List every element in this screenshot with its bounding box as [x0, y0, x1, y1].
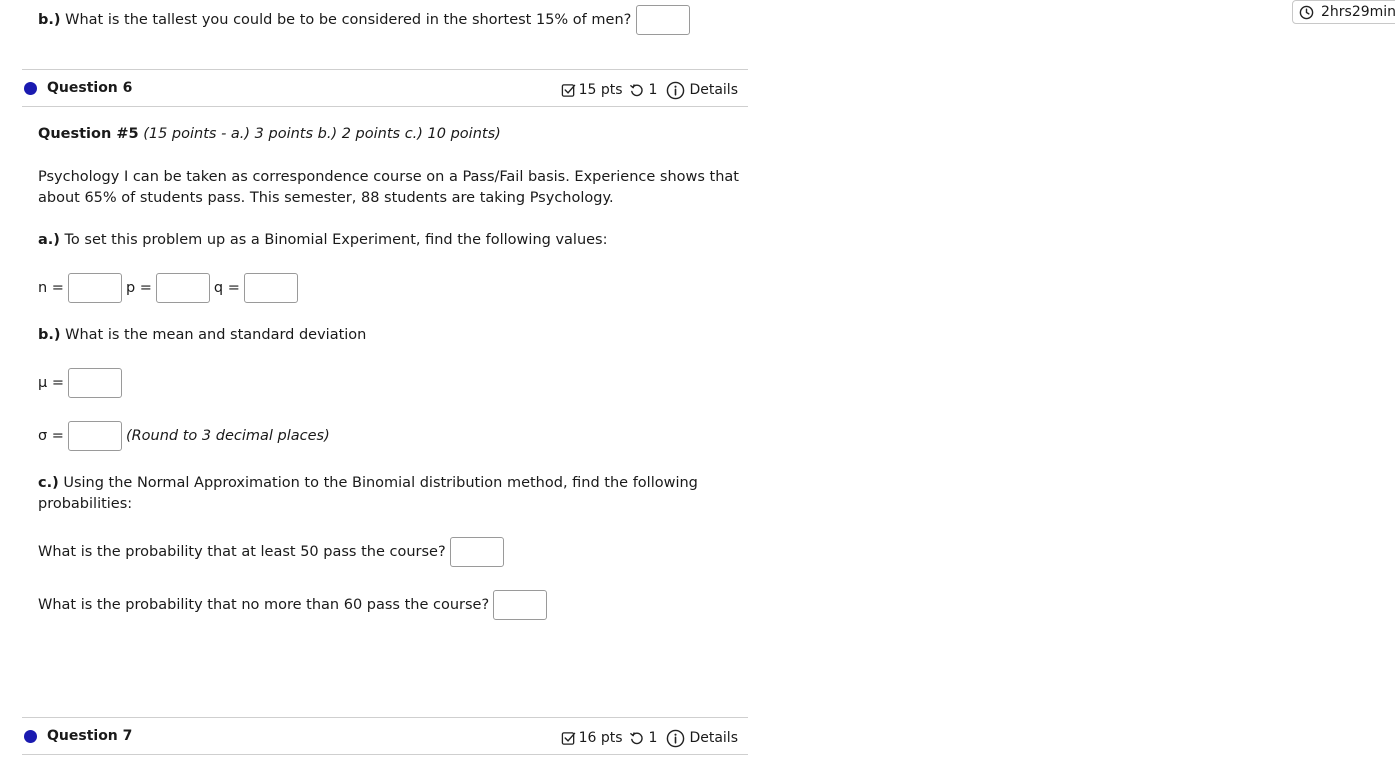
part-a-text: To set this problem up as a Binomial Exp…: [64, 232, 608, 248]
question-status-dot: [24, 81, 37, 95]
p-label: p =: [125, 280, 152, 296]
question-number: Question #5: [38, 126, 139, 142]
checkbox-icon: [561, 83, 575, 97]
timer-badge[interactable]: 2hrs29mins: [1292, 0, 1395, 24]
mu-input[interactable]: [67, 368, 122, 398]
n-label: n =: [38, 280, 64, 296]
question-title: Question 7: [47, 728, 133, 744]
info-icon: [667, 729, 685, 747]
rounding-note: (Round to 3 decimal places): [125, 428, 330, 444]
question-6-header: Question 6 15 pts 1 Details: [22, 69, 748, 107]
q-input[interactable]: [243, 273, 298, 303]
intro-line-2: about 65% of students pass. This semeste…: [38, 190, 614, 206]
sigma-label: σ =: [38, 428, 64, 444]
probability-1-prompt: What is the probability that at least 50…: [38, 544, 446, 560]
checkbox-icon: [561, 731, 575, 745]
question-7-header: Question 7 16 pts 1 Details: [22, 717, 748, 755]
probability-1-row: What is the probability that at least 50…: [38, 537, 508, 567]
mu-row: μ =: [38, 368, 126, 398]
binomial-values-row: n = p = q =: [38, 273, 302, 303]
part-label: b.): [38, 12, 61, 28]
sigma-row: σ = (Round to 3 decimal places): [38, 421, 330, 451]
clock-icon: [1299, 5, 1314, 19]
intro-line-1: Psychology I can be taken as corresponde…: [38, 169, 739, 185]
question-prompt: What is the tallest you could be to be c…: [65, 12, 632, 28]
sigma-input[interactable]: [67, 421, 122, 451]
previous-question-part-b: b.) What is the tallest you could be to …: [38, 5, 690, 35]
question-heading: Question #5 (15 points - a.) 3 points b.…: [38, 124, 501, 145]
part-c-text-line-2: probabilities:: [38, 496, 133, 512]
attempts-count: 1: [648, 730, 658, 746]
info-icon: [667, 81, 685, 99]
question-status-dot: [24, 729, 37, 743]
details-button[interactable]: Details: [666, 81, 738, 100]
part-b-label: b.): [38, 327, 61, 343]
details-label: Details: [689, 730, 738, 746]
probability-1-input[interactable]: [449, 537, 504, 567]
question-meta: 16 pts 1 Details: [561, 729, 738, 748]
q-label: q =: [213, 280, 240, 296]
question-meta: 15 pts 1 Details: [561, 81, 738, 100]
probability-2-input[interactable]: [493, 590, 548, 620]
probability-2-prompt: What is the probability that no more tha…: [38, 597, 490, 613]
points-breakdown: (15 points - a.) 3 points b.) 2 points c…: [143, 126, 501, 142]
n-input[interactable]: [67, 273, 122, 303]
p-input[interactable]: [155, 273, 210, 303]
retry-icon: [629, 731, 643, 744]
question-title: Question 6: [47, 80, 133, 96]
retry-icon: [629, 83, 643, 96]
part-c-prompt: c.) Using the Normal Approximation to th…: [38, 473, 698, 494]
timer-text: 2hrs29mins: [1321, 4, 1395, 20]
part-b-prompt: b.) What is the mean and standard deviat…: [38, 325, 366, 346]
part-c-text-line-1: Using the Normal Approximation to the Bi…: [63, 475, 698, 491]
part-c-label: c.): [38, 475, 59, 491]
details-button[interactable]: Details: [666, 729, 738, 748]
part-a-prompt: a.) To set this problem up as a Binomial…: [38, 230, 608, 251]
part-b-text: What is the mean and standard deviation: [65, 327, 367, 343]
attempts-count: 1: [648, 82, 658, 98]
probability-2-row: What is the probability that no more tha…: [38, 590, 551, 620]
mu-label: μ =: [38, 375, 64, 391]
answer-input[interactable]: [635, 5, 690, 35]
part-a-label: a.): [38, 232, 60, 248]
quiz-page: b.) What is the tallest you could be to …: [0, 0, 1395, 780]
details-label: Details: [689, 82, 738, 98]
points-label: 16 pts: [578, 730, 623, 746]
points-label: 15 pts: [578, 82, 623, 98]
